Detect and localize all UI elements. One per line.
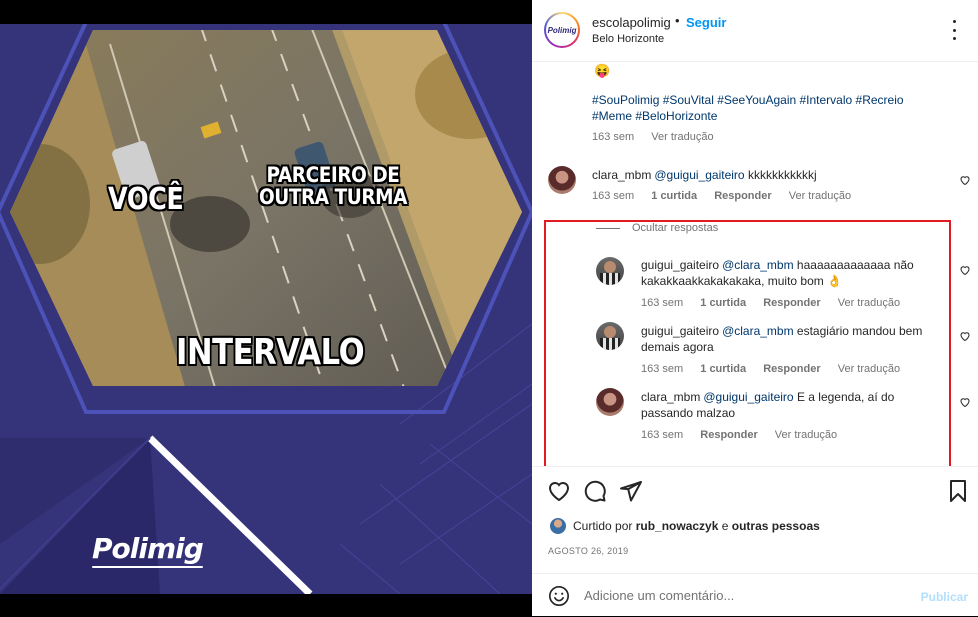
caption-hashtags[interactable]: #SouPolimig #SouVital #SeeYouAgain #Inte… bbox=[592, 92, 932, 124]
post-date[interactable]: AGOSTO 26, 2019 bbox=[548, 546, 628, 556]
caption-emoji: 😝 bbox=[594, 63, 611, 78]
comment-mention[interactable]: @guigui_gaiteiro bbox=[654, 168, 744, 182]
comment-reply-button[interactable]: Responder bbox=[714, 190, 771, 202]
comment-meta: 163 sem 1 curtida Responder Ver tradução bbox=[592, 190, 865, 202]
comment-avatar[interactable] bbox=[548, 166, 576, 194]
add-comment-row: Publicar bbox=[532, 573, 978, 617]
comment-username[interactable]: clara_mbm bbox=[592, 168, 651, 182]
add-comment-input[interactable] bbox=[584, 588, 884, 603]
bookmark-icon[interactable] bbox=[946, 479, 970, 503]
separator-dot: • bbox=[675, 13, 680, 28]
heart-icon[interactable] bbox=[959, 330, 971, 342]
heart-icon[interactable] bbox=[959, 396, 971, 408]
heart-icon[interactable] bbox=[959, 174, 971, 186]
caption-meta: 163 sem Ver tradução bbox=[592, 131, 728, 143]
meme-label-voce: VOCÊ bbox=[108, 182, 184, 217]
polimig-logo: Polimig bbox=[92, 532, 204, 568]
comment-thread-highlight bbox=[544, 220, 951, 466]
publish-button[interactable]: Publicar bbox=[921, 590, 968, 604]
comment-body: kkkkkkkkkkkj bbox=[744, 168, 817, 182]
liked-by-prefix: Curtido por bbox=[573, 519, 636, 533]
more-options-icon[interactable] bbox=[944, 20, 964, 40]
post-image: VOCÊ PARCEIRO DE OUTRA TURMA INTERVALO P… bbox=[0, 0, 532, 616]
avatar-logo: Polimig bbox=[548, 16, 576, 44]
post-actions: Curtido por rub_nowaczyk e outras pessoa… bbox=[532, 466, 978, 616]
like-heart-icon[interactable] bbox=[547, 479, 571, 503]
liked-by-user[interactable]: rub_nowaczyk bbox=[636, 519, 719, 533]
profile-username[interactable]: escolapolimig bbox=[592, 15, 671, 30]
meme-label-intervalo: INTERVALO bbox=[176, 332, 365, 373]
meme-artwork bbox=[0, 24, 532, 594]
comment-text: clara_mbm @guigui_gaiteiro kkkkkkkkkkkj bbox=[592, 167, 922, 183]
location-link[interactable]: Belo Horizonte bbox=[592, 33, 664, 45]
comments-list[interactable]: 😝 #SouPolimig #SouVital #SeeYouAgain #In… bbox=[532, 63, 978, 466]
caption-time[interactable]: 163 sem bbox=[592, 131, 634, 143]
liked-by-others[interactable]: outras pessoas bbox=[732, 519, 820, 533]
liked-by-text: Curtido por rub_nowaczyk e outras pessoa… bbox=[573, 519, 820, 533]
comment-time[interactable]: 163 sem bbox=[592, 190, 634, 202]
emoji-icon[interactable] bbox=[548, 585, 570, 607]
liked-by-middle: e bbox=[718, 519, 732, 533]
comment-icon[interactable] bbox=[583, 479, 607, 503]
post-image-canvas: VOCÊ PARCEIRO DE OUTRA TURMA INTERVALO P… bbox=[0, 24, 532, 594]
share-icon[interactable] bbox=[619, 479, 643, 503]
meme-label-parceiro: PARCEIRO DE OUTRA TURMA bbox=[258, 163, 407, 210]
follow-button[interactable]: Seguir bbox=[686, 15, 726, 30]
post-header: Polimig escolapolimig • Seguir Belo Hori… bbox=[532, 0, 978, 62]
comment-translate-link[interactable]: Ver tradução bbox=[789, 190, 851, 202]
caption-translate-link[interactable]: Ver tradução bbox=[651, 131, 713, 143]
heart-icon[interactable] bbox=[959, 264, 971, 276]
instagram-post-modal: VOCÊ PARCEIRO DE OUTRA TURMA INTERVALO P… bbox=[0, 0, 978, 616]
liked-by-avatar[interactable] bbox=[550, 518, 566, 534]
post-sidebar: Polimig escolapolimig • Seguir Belo Hori… bbox=[532, 0, 978, 616]
comment-likes[interactable]: 1 curtida bbox=[651, 190, 697, 202]
profile-avatar[interactable]: Polimig bbox=[544, 12, 580, 48]
